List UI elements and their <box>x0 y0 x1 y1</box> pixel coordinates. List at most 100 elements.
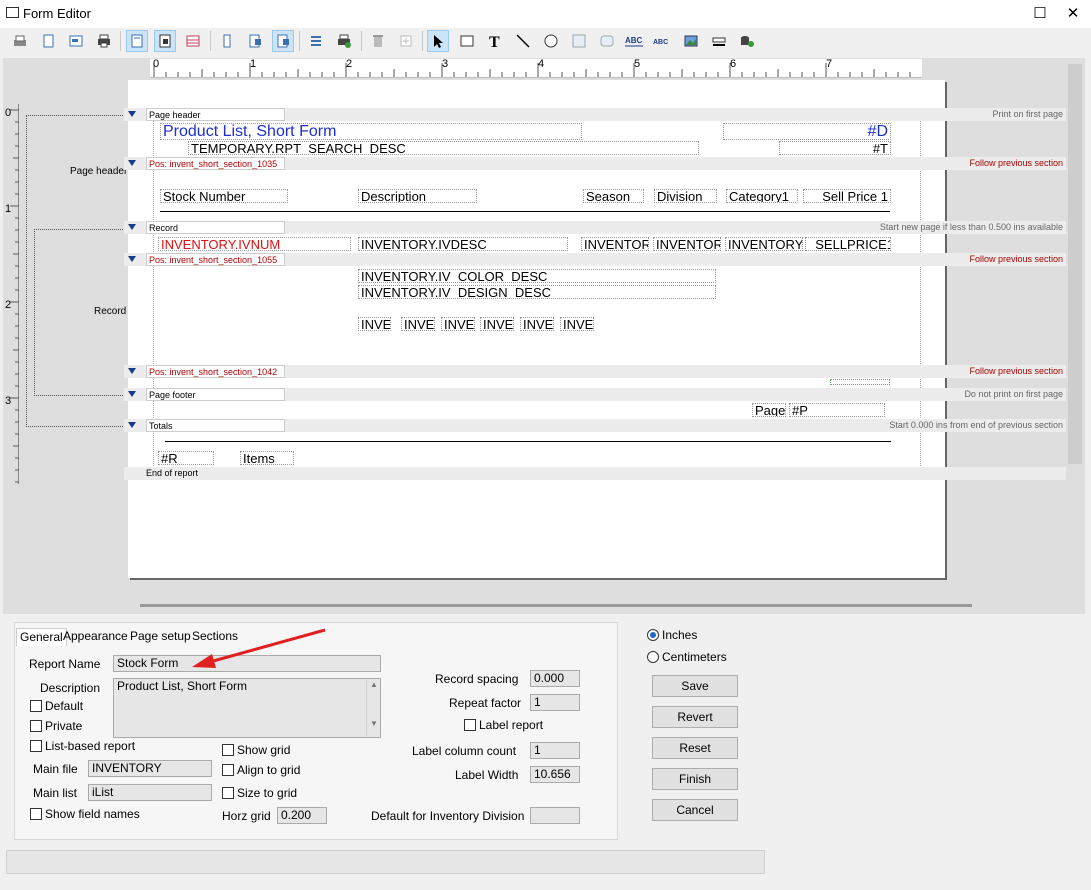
field-inve[interactable]: INVE <box>560 317 594 331</box>
label-items[interactable]: Items <box>240 451 294 465</box>
ellipse-tool-icon[interactable] <box>540 30 562 52</box>
band-page-footer[interactable]: Page footer Do not print on first page <box>124 388 1066 401</box>
label-report-checkbox[interactable] <box>464 719 476 731</box>
field-search-desc[interactable]: TEMPORARY.RPT_SEARCH_DESC <box>188 141 699 155</box>
tab-appearance[interactable]: Appearance <box>60 628 131 645</box>
pointer-icon[interactable] <box>427 30 449 52</box>
finish-button[interactable]: Finish <box>652 768 738 790</box>
rounded-box-icon[interactable] <box>596 30 618 52</box>
field-division[interactable]: INVENTOR <box>653 237 721 251</box>
print-setup-icon[interactable] <box>333 30 355 52</box>
abc-label-icon[interactable]: ABC <box>652 30 674 52</box>
scroll-up-icon[interactable]: ▲ <box>367 680 381 689</box>
database-icon[interactable] <box>736 30 758 52</box>
print-preview-icon[interactable] <box>9 30 31 52</box>
table-icon[interactable] <box>182 30 204 52</box>
private-checkbox[interactable] <box>30 720 42 732</box>
cancel-button[interactable]: Cancel <box>652 799 738 821</box>
grid-page-icon[interactable] <box>154 30 176 52</box>
page-layout-icon[interactable] <box>65 30 87 52</box>
rulers-icon[interactable] <box>126 30 148 52</box>
tab-page-setup[interactable]: Page setup <box>127 628 194 645</box>
main-list-input[interactable]: iList <box>88 784 212 801</box>
printer-icon[interactable] <box>93 30 115 52</box>
align-grid-checkbox[interactable] <box>222 764 234 776</box>
record-spacing-input[interactable]: 0.000 <box>530 670 580 687</box>
save-button[interactable]: Save <box>652 675 738 697</box>
small-field[interactable] <box>830 379 890 385</box>
box-tool-icon[interactable] <box>568 30 590 52</box>
main-file-input[interactable]: INVENTORY <box>88 760 212 777</box>
triangle-down-icon[interactable] <box>128 224 136 230</box>
label-stock-number[interactable]: Stock Number <box>160 189 288 203</box>
revert-button[interactable]: Revert <box>652 706 738 728</box>
description-scrollbar[interactable]: ▲ ▼ <box>366 680 381 736</box>
show-field-names-checkbox[interactable] <box>30 808 42 820</box>
inches-radio[interactable] <box>647 629 659 641</box>
label-column-count-input[interactable]: 1 <box>530 742 580 759</box>
triangle-down-icon[interactable] <box>128 422 136 428</box>
vertical-scrollbar[interactable] <box>1068 64 1082 464</box>
label-sell-price[interactable]: Sell Price 1 <box>803 189 891 203</box>
label-category1[interactable]: Category1 <box>726 189 798 203</box>
triangle-down-icon[interactable] <box>128 256 136 262</box>
delete-icon[interactable] <box>367 30 389 52</box>
field-season[interactable]: INVENTOR <box>581 237 649 251</box>
line-tool-icon[interactable] <box>512 30 534 52</box>
band-pos-1055[interactable]: Pos: invent_short_section_1055 Follow pre… <box>124 253 1066 266</box>
maximize-button[interactable]: ☐ <box>1025 4 1055 24</box>
field-inve[interactable]: INVE <box>520 317 554 331</box>
triangle-down-icon[interactable] <box>128 160 136 166</box>
field-color-desc[interactable]: INVENTORY.IV_COLOR_DESC <box>358 269 716 283</box>
band-pos-1035[interactable]: Pos: invent_short_section_1035 Follow pre… <box>124 157 1066 170</box>
label-season[interactable]: Season <box>583 189 644 203</box>
scroll-down-icon[interactable]: ▼ <box>367 719 381 728</box>
triangle-down-icon[interactable] <box>128 111 136 117</box>
field-time[interactable]: #T <box>779 141 891 155</box>
field-sellprice[interactable]: _SELLPRICE1 <box>805 237 891 251</box>
show-grid-checkbox[interactable] <box>222 744 234 756</box>
label-description[interactable]: Description <box>358 189 477 203</box>
field-inve[interactable]: INVE <box>441 317 475 331</box>
label-division[interactable]: Division <box>654 189 717 203</box>
band-totals[interactable]: Totals Start 0.000 ins from end of previo… <box>124 419 1066 432</box>
text-tool-icon[interactable]: T <box>484 30 506 52</box>
list-icon[interactable] <box>305 30 327 52</box>
default-checkbox[interactable] <box>30 700 42 712</box>
abc-field-icon[interactable]: ABC <box>624 30 646 52</box>
field-category[interactable]: INVENTORY. <box>725 237 803 251</box>
field-list-icon[interactable] <box>244 30 266 52</box>
close-button[interactable]: ✕ <box>1058 4 1088 24</box>
list-based-checkbox[interactable] <box>30 740 42 752</box>
field-ivdesc[interactable]: INVENTORY.IVDESC <box>358 237 568 251</box>
band-record[interactable]: Record Start new page if less than 0.500 … <box>124 221 1066 234</box>
field-report-title[interactable]: Product List, Short Form <box>160 123 582 140</box>
description-textarea[interactable]: Product List, Short Form <box>113 678 381 738</box>
totals-line[interactable] <box>165 441 891 442</box>
triangle-down-icon[interactable] <box>128 368 136 374</box>
add-icon[interactable] <box>395 30 417 52</box>
label-page[interactable]: Page <box>752 403 786 417</box>
image-icon[interactable] <box>680 30 702 52</box>
field-ivnum[interactable]: INVENTORY.IVNUM <box>158 237 351 251</box>
field-inve[interactable]: INVE <box>358 317 391 331</box>
triangle-down-icon[interactable] <box>128 391 136 397</box>
label-width-input[interactable]: 10.656 <box>530 766 580 783</box>
default-division-input[interactable] <box>530 807 580 824</box>
field-inve[interactable]: INVE <box>401 317 435 331</box>
band-pos-1042[interactable]: Pos: invent_short_section_1042 Follow pre… <box>124 365 1066 378</box>
field-record-count[interactable]: #R <box>158 451 214 465</box>
horz-grid-input[interactable]: 0.200 <box>277 807 327 824</box>
band-page-header[interactable]: Page header Print on first page <box>124 108 1066 121</box>
band-end-of-report[interactable]: End of report <box>124 467 1066 480</box>
field-design-desc[interactable]: INVENTORY.IV_DESIGN_DESC <box>358 285 716 299</box>
rectangle-icon[interactable] <box>456 30 478 52</box>
field-icon[interactable] <box>216 30 238 52</box>
horizontal-line-icon[interactable] <box>708 30 730 52</box>
field-page-number[interactable]: #P <box>789 403 885 417</box>
header-underline[interactable] <box>160 211 890 212</box>
horizontal-scrollbar[interactable] <box>140 604 972 607</box>
size-grid-checkbox[interactable] <box>222 787 234 799</box>
field-date[interactable]: #D <box>723 123 891 140</box>
centimeters-radio[interactable] <box>647 651 659 663</box>
